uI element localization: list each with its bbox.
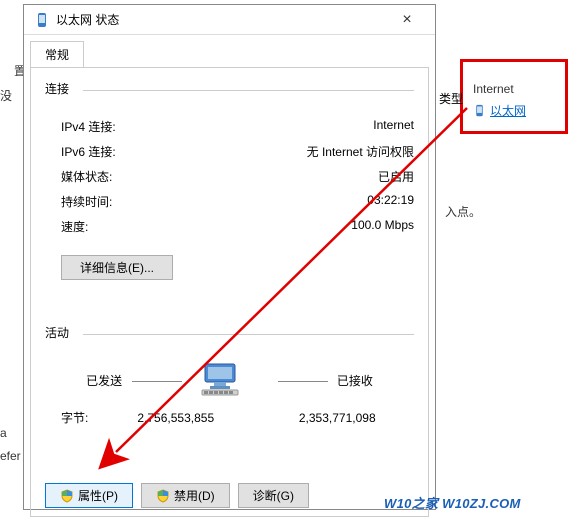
diagnose-button-label: 诊断(G) <box>253 487 294 504</box>
ipv4-label: IPv4 连接: <box>61 118 116 135</box>
speed-label: 速度: <box>61 218 88 235</box>
bg-clipped-text: 没 <box>0 87 12 104</box>
ethernet-titlebar-icon <box>34 12 50 28</box>
section-activity-label: 活动 <box>45 324 414 341</box>
window-title: 以太网 状态 <box>56 11 385 28</box>
details-button[interactable]: 详细信息(E)... <box>61 255 173 280</box>
media-state-value: 已启用 <box>378 168 414 185</box>
ethernet-icon <box>473 104 486 117</box>
diagnose-button[interactable]: 诊断(G) <box>238 483 309 508</box>
disable-button-label: 禁用(D) <box>174 487 215 504</box>
shield-icon <box>60 489 74 503</box>
computer-activity-icon <box>200 362 240 396</box>
ethernet-status-window: 以太网 状态 × 常规 连接 IPv4 连接: Internet IPv6 连接… <box>23 4 436 510</box>
ipv4-value: Internet <box>373 118 414 135</box>
tab-general[interactable]: 常规 <box>30 41 84 68</box>
network-type-highlight-box: 类型 Internet 以太网 <box>460 59 568 134</box>
bg-access-point-text: 入点。 <box>445 203 481 220</box>
duration-value: 03:22:19 <box>367 193 414 210</box>
shield-icon <box>156 489 170 503</box>
bytes-label: 字节: <box>61 409 115 426</box>
disable-button[interactable]: 禁用(D) <box>141 483 230 508</box>
divider <box>83 90 414 91</box>
sent-label: 已发送 <box>86 374 122 388</box>
general-panel: 连接 IPv4 连接: Internet IPv6 连接: 无 Internet… <box>30 67 429 517</box>
watermark: W10之家 W10ZJ.COM <box>384 493 521 512</box>
duration-label: 持续时间: <box>61 193 112 210</box>
section-connection-label: 连接 <box>45 80 414 97</box>
bytes-received-value: 2,353,771,098 <box>277 411 399 425</box>
speed-value: 100.0 Mbps <box>351 218 414 235</box>
titlebar: 以太网 状态 × <box>24 5 435 35</box>
divider <box>83 334 414 335</box>
ethernet-link[interactable]: 以太网 <box>473 102 555 119</box>
ethernet-link-label: 以太网 <box>490 102 526 119</box>
line-decoration <box>132 381 182 382</box>
received-label: 已接收 <box>337 374 373 388</box>
line-decoration <box>278 381 328 382</box>
ipv6-value: 无 Internet 访问权限 <box>307 143 414 160</box>
properties-button[interactable]: 属性(P) <box>45 483 133 508</box>
close-button[interactable]: × <box>385 6 429 34</box>
ipv6-label: IPv6 连接: <box>61 143 116 160</box>
bytes-sent-value: 2,756,553,855 <box>115 411 237 425</box>
media-state-label: 媒体状态: <box>61 168 112 185</box>
type-label: 类型 <box>439 90 463 107</box>
network-title: Internet <box>473 82 555 96</box>
bg-clipped-text: efer <box>0 449 21 463</box>
bg-clipped-text: a <box>0 426 7 440</box>
properties-button-label: 属性(P) <box>78 487 118 504</box>
